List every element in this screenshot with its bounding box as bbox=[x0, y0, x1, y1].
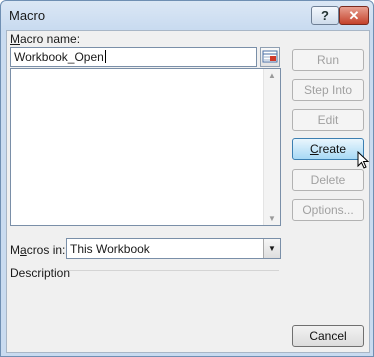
scroll-down-icon[interactable]: ▼ bbox=[268, 214, 276, 223]
cancel-button[interactable]: Cancel bbox=[292, 325, 364, 347]
step-into-button[interactable]: Step Into bbox=[292, 79, 364, 101]
title-bar: Macro ? ✕ bbox=[1, 1, 373, 31]
close-button[interactable]: ✕ bbox=[339, 6, 369, 25]
collapse-dialog-button[interactable] bbox=[260, 47, 280, 67]
macro-list-scrollbar[interactable]: ▲ ▼ bbox=[263, 69, 280, 225]
description-label: Description bbox=[10, 266, 71, 280]
edit-button[interactable]: Edit bbox=[292, 109, 364, 131]
dialog-body: Macro name: Workbook_Open ▲ ▼ Run Step I… bbox=[6, 30, 370, 353]
run-button[interactable]: Run bbox=[292, 49, 364, 71]
macro-dialog: Macro ? ✕ Macro name: Workbook_Open ▲ ▼ … bbox=[0, 0, 374, 357]
macro-name-input[interactable]: Workbook_Open bbox=[10, 47, 257, 67]
dialog-title: Macro bbox=[9, 8, 46, 23]
range-select-icon bbox=[262, 50, 278, 63]
macros-in-dropdown[interactable]: This Workbook ▼ bbox=[66, 238, 281, 259]
macro-list[interactable]: ▲ ▼ bbox=[10, 68, 281, 226]
macros-in-value: This Workbook bbox=[70, 242, 150, 256]
mouse-pointer-icon bbox=[357, 151, 370, 169]
scroll-up-icon[interactable]: ▲ bbox=[268, 71, 276, 80]
options-button[interactable]: Options... bbox=[292, 199, 364, 221]
macros-in-label: Macros in: bbox=[10, 243, 66, 257]
macro-name-label: Macro name: bbox=[10, 32, 81, 46]
dropdown-arrow-icon[interactable]: ▼ bbox=[263, 239, 280, 258]
help-icon: ? bbox=[321, 8, 329, 23]
close-icon: ✕ bbox=[348, 7, 360, 23]
description-divider bbox=[69, 270, 279, 271]
help-button[interactable]: ? bbox=[311, 6, 339, 25]
delete-button[interactable]: Delete bbox=[292, 169, 364, 191]
create-button[interactable]: Create bbox=[292, 138, 364, 160]
